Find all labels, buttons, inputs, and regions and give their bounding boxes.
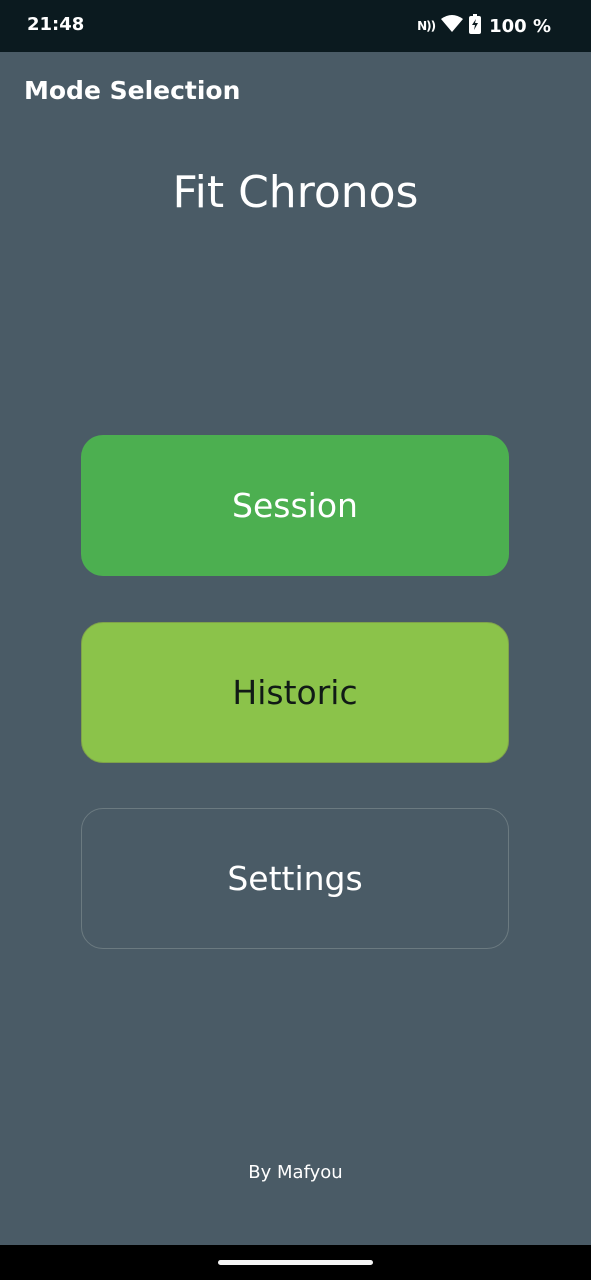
battery-icon — [469, 14, 482, 38]
settings-button[interactable]: Settings — [81, 808, 509, 949]
status-time: 21:48 — [27, 14, 85, 35]
battery-percent: 100 % — [489, 15, 551, 37]
page-title: Mode Selection — [24, 76, 241, 105]
mode-selection-screen: Mode Selection Fit Chronos Session Histo… — [0, 52, 591, 1245]
nfc-icon: N)) — [417, 19, 436, 33]
wifi-icon — [441, 15, 464, 37]
home-gesture-handle[interactable] — [218, 1260, 373, 1265]
session-button[interactable]: Session — [81, 435, 509, 576]
author-credit: By Mafyou — [248, 1162, 343, 1183]
app-name-heading: Fit Chronos — [172, 167, 419, 218]
status-icons: N)) 100 % — [417, 12, 551, 40]
historic-button[interactable]: Historic — [81, 622, 509, 763]
status-bar: 21:48 N)) 100 % — [0, 0, 591, 52]
navigation-bar — [0, 1245, 591, 1280]
